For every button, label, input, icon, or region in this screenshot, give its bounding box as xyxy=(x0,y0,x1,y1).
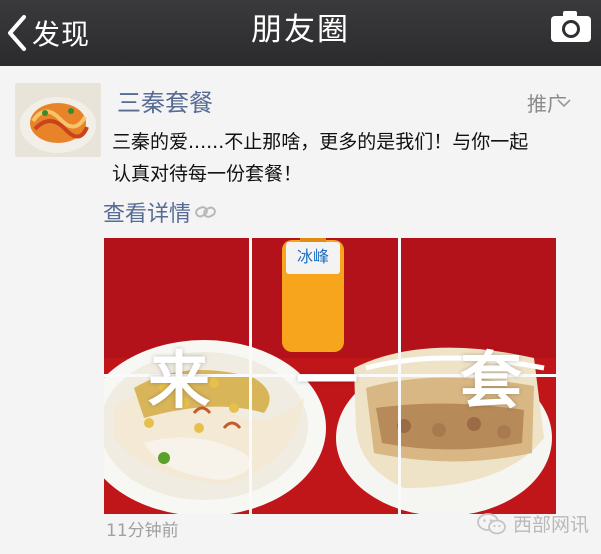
post-photo-grid: 冰峰 来 一 套 xyxy=(104,238,556,514)
post-text-line-1: 三秦的爱......不止那啥，更多的是我们！与你一起 xyxy=(112,131,529,153)
view-details-label: 查看详情 xyxy=(103,202,192,227)
watermark: 西部网讯 xyxy=(477,510,589,537)
overlay-char-1: 来 xyxy=(148,344,211,417)
watermark-text: 西部网讯 xyxy=(512,514,589,536)
camera-icon xyxy=(551,11,591,42)
view-details-link[interactable]: 查看详情 xyxy=(103,196,217,228)
post-author-name[interactable]: 三秦套餐 xyxy=(117,83,213,118)
camera-button[interactable] xyxy=(549,8,593,44)
overlay-char-2: 一 xyxy=(296,344,359,417)
post-text-line-2: 认真对待每一份套餐！ xyxy=(112,163,303,185)
wechat-icon xyxy=(477,512,506,534)
top-navbar: 发现 朋友圈 xyxy=(0,0,601,66)
chevron-down-icon xyxy=(557,99,571,108)
link-icon xyxy=(195,206,216,218)
overlay-char-3: 套 xyxy=(460,344,523,417)
page-title: 朋友圈 xyxy=(251,12,350,48)
moments-post: 三秦套餐 推广 三秦的爱......不止那啥，更多的是我们！与你一起 认真对待每… xyxy=(0,66,601,554)
avatar[interactable] xyxy=(15,83,101,157)
post-text: 三秦的爱......不止那啥，更多的是我们！与你一起 认真对待每一份套餐！ xyxy=(112,126,582,190)
post-timestamp: 11分钟前 xyxy=(106,521,179,541)
promo-dropdown-button[interactable] xyxy=(557,99,571,108)
